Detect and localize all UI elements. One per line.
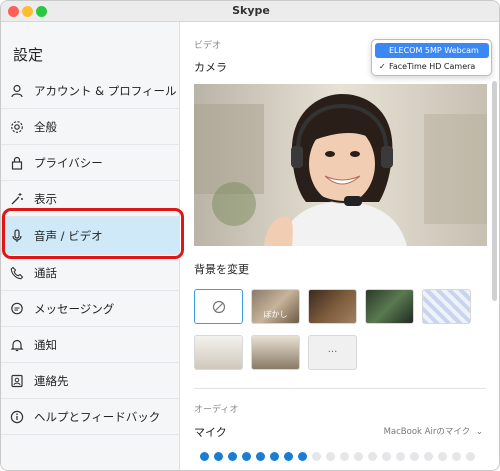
sidebar-item-general[interactable]: 全般 xyxy=(1,109,180,145)
level-dot xyxy=(200,452,209,461)
background-label: 背景を変更 xyxy=(194,263,249,276)
background-none-option[interactable] xyxy=(194,289,243,324)
bell-icon xyxy=(9,337,25,353)
level-dot xyxy=(368,452,377,461)
microphone-label: マイク xyxy=(194,426,227,439)
camera-option-label: ELECOM 5MP Webcam xyxy=(389,46,479,55)
microphone-level-meter xyxy=(200,452,475,461)
sidebar-item-label: 通知 xyxy=(34,337,57,352)
video-section-label: ビデオ xyxy=(194,41,222,51)
chevron-down-icon: ⌄ xyxy=(475,427,483,437)
annotation-highlight-box xyxy=(2,208,184,259)
sidebar-item-label: メッセージング xyxy=(34,301,115,316)
level-dot xyxy=(270,452,279,461)
skype-settings-window: Skype 設定 アカウント & プロフィール 全般 プライバシー 表示 音声 … xyxy=(0,0,500,471)
level-dot xyxy=(424,452,433,461)
magic-wand-icon xyxy=(9,191,25,207)
background-image-option-4[interactable] xyxy=(194,335,243,370)
sidebar-item-label: アカウント & プロフィール xyxy=(34,83,177,98)
level-dot xyxy=(396,452,405,461)
sidebar-item-help-feedback[interactable]: ヘルプとフィードバック xyxy=(1,399,180,435)
level-dot xyxy=(312,452,321,461)
microphone-device-value: MacBook Airのマイク xyxy=(383,427,471,437)
level-dot xyxy=(284,452,293,461)
sidebar-item-label: ヘルプとフィードバック xyxy=(34,409,161,424)
camera-dropdown-menu: ELECOM 5MP Webcam ✓ FaceTime HD Camera xyxy=(371,39,492,76)
sidebar-item-label: 表示 xyxy=(34,191,57,206)
camera-option-label: FaceTime HD Camera xyxy=(389,62,476,71)
chat-bubble-icon xyxy=(9,301,25,317)
sidebar-title: 設定 xyxy=(13,46,44,64)
level-dot xyxy=(382,452,391,461)
section-divider xyxy=(194,388,486,389)
camera-option-elecom[interactable]: ELECOM 5MP Webcam xyxy=(375,43,489,58)
level-dot xyxy=(228,452,237,461)
audio-section-label: オーディオ xyxy=(194,405,239,415)
sidebar-item-contacts[interactable]: 連絡先 xyxy=(1,363,180,399)
gear-icon xyxy=(9,119,25,135)
level-dot xyxy=(438,452,447,461)
camera-preview xyxy=(194,84,487,246)
background-blur-option[interactable]: ぼかし xyxy=(251,289,300,324)
level-dot xyxy=(340,452,349,461)
sidebar-item-label: プライバシー xyxy=(34,155,103,170)
sidebar-item-label: 連絡先 xyxy=(34,373,69,388)
contact-card-icon xyxy=(9,373,25,389)
level-dot xyxy=(326,452,335,461)
level-dot xyxy=(466,452,475,461)
sidebar-item-account[interactable]: アカウント & プロフィール xyxy=(1,73,180,109)
background-image-option-2[interactable] xyxy=(365,289,414,324)
lock-icon xyxy=(9,155,25,171)
no-background-icon xyxy=(212,300,225,313)
level-dot xyxy=(452,452,461,461)
level-dot xyxy=(256,452,265,461)
sidebar-item-label: 通話 xyxy=(34,265,57,280)
level-dot xyxy=(410,452,419,461)
background-image-option-3[interactable] xyxy=(422,289,471,324)
sidebar-item-privacy[interactable]: プライバシー xyxy=(1,145,180,181)
microphone-device-select[interactable]: MacBook Airのマイク ⌄ xyxy=(384,425,483,437)
level-dot xyxy=(354,452,363,461)
camera-option-facetime[interactable]: ✓ FaceTime HD Camera xyxy=(375,59,489,74)
sidebar-item-calls[interactable]: 通話 xyxy=(1,255,180,291)
info-icon xyxy=(9,409,25,425)
person-icon xyxy=(9,83,25,99)
camera-label: カメラ xyxy=(194,61,227,74)
sidebar-item-messaging[interactable]: メッセージング xyxy=(1,291,180,327)
level-dot xyxy=(214,452,223,461)
background-image-option-1[interactable] xyxy=(308,289,357,324)
blur-label: ぼかし xyxy=(263,310,288,319)
scrollbar[interactable] xyxy=(492,81,497,301)
more-backgrounds-button[interactable]: ··· xyxy=(308,335,357,370)
level-dot xyxy=(242,452,251,461)
checkmark-icon: ✓ xyxy=(379,62,386,71)
phone-icon xyxy=(9,265,25,281)
sidebar-item-label: 全般 xyxy=(34,119,57,134)
level-dot xyxy=(298,452,307,461)
background-image-option-5[interactable] xyxy=(251,335,300,370)
window-title: Skype xyxy=(232,4,270,17)
title-bar: Skype xyxy=(1,1,499,22)
sidebar-item-notifications[interactable]: 通知 xyxy=(1,327,180,363)
